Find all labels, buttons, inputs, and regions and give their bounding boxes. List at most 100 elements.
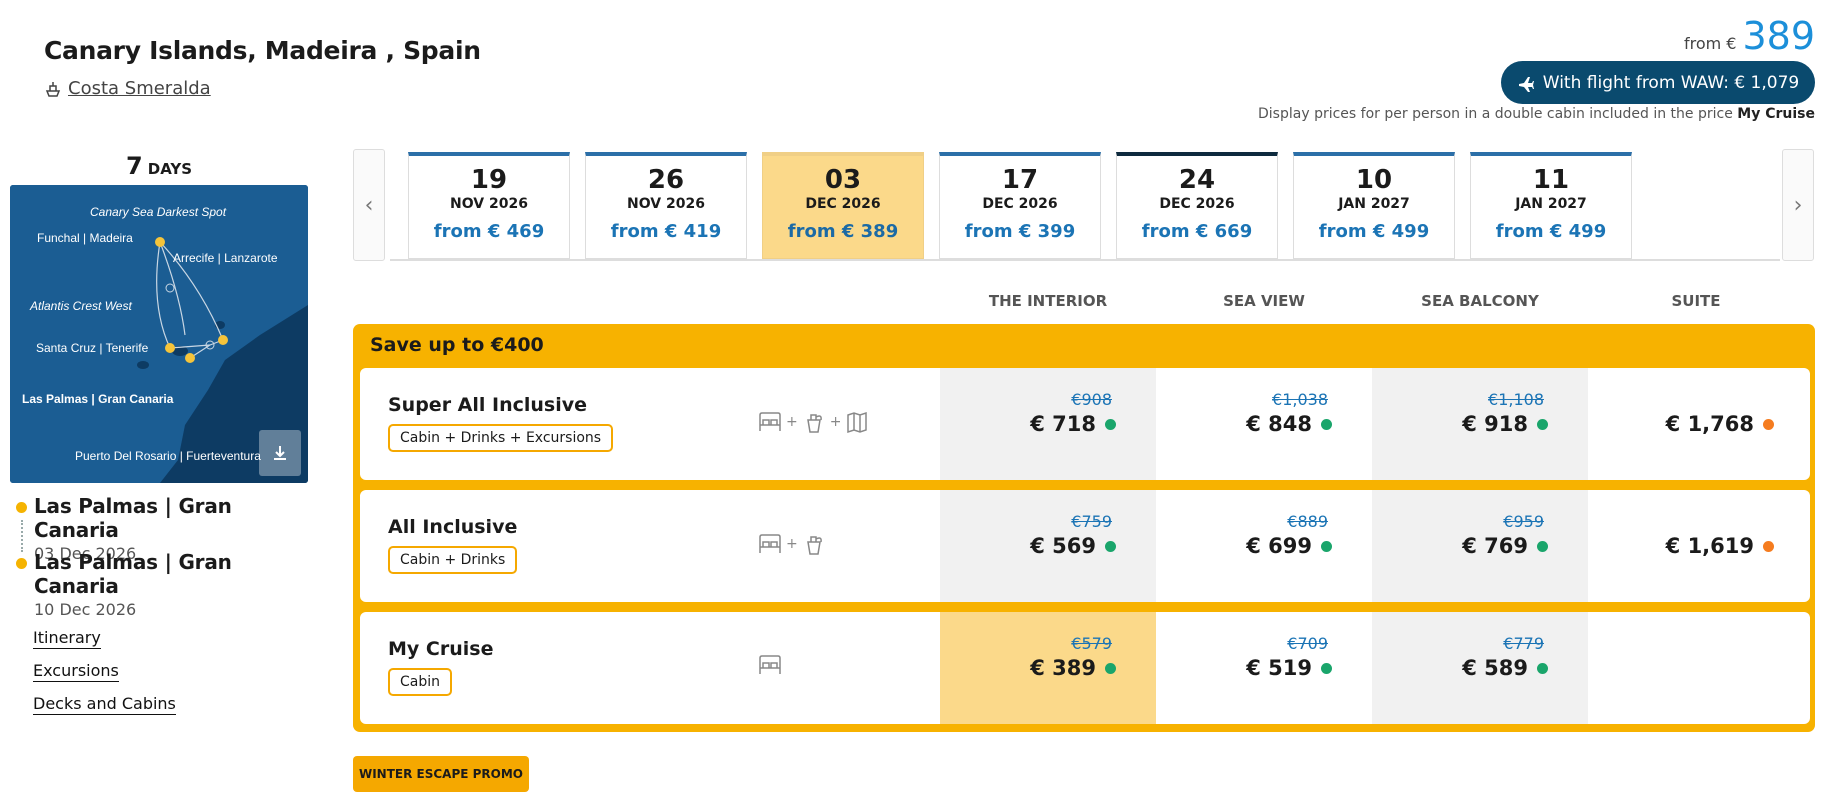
link-itinerary[interactable]: Itinerary <box>33 628 101 649</box>
price-cell[interactable]: €709 € 519 <box>1156 612 1372 724</box>
offer-title: Save up to €400 <box>370 334 544 356</box>
pin-icon <box>16 502 27 513</box>
ship-name: Costa Smeralda <box>68 78 211 99</box>
stop-port: Las Palmas | Gran Canaria <box>34 494 232 542</box>
price-cell[interactable]: €908 € 718 <box>940 368 1156 480</box>
new-price: € 848 <box>1246 412 1332 436</box>
package-name: Super All Inclusive <box>388 394 588 416</box>
dates-next-button[interactable]: › <box>1782 149 1814 261</box>
cruise-title: Canary Islands, Madeira , Spain <box>44 36 481 65</box>
old-price: €709 <box>1287 634 1328 653</box>
new-price-value: € 519 <box>1246 656 1312 680</box>
map-icon <box>847 411 868 434</box>
tab-day: 17 <box>1001 165 1039 195</box>
price-cell[interactable]: €959 € 769 <box>1372 490 1588 602</box>
tabs-baseline <box>390 259 1780 261</box>
date-tab[interactable]: 17 DEC 2026 from € 399 <box>939 152 1101 259</box>
new-price: € 918 <box>1462 412 1548 436</box>
route-stop-embark: Las Palmas | Gran Canaria 03 Dec 2026 <box>14 494 314 563</box>
date-tab-selected[interactable]: 03 DEC 2026 from € 389 <box>762 152 924 259</box>
availability-dot <box>1537 418 1548 430</box>
plus-glyph: + <box>786 536 798 552</box>
tab-month: JAN 2027 <box>1515 196 1587 212</box>
date-tab[interactable]: 26 NOV 2026 from € 419 <box>585 152 747 259</box>
tab-price: from € 419 <box>610 221 722 242</box>
ship-link[interactable]: Costa Smeralda <box>44 78 211 99</box>
map-label-las-palmas: Las Palmas | Gran Canaria <box>22 392 174 406</box>
package-badge: Cabin + Drinks + Excursions <box>388 424 614 452</box>
dates-prev-button[interactable]: ‹ <box>353 149 385 261</box>
route-connector <box>21 520 23 552</box>
map-label-funchal: Funchal | Madeira <box>37 231 133 245</box>
package-name: My Cruise <box>388 638 494 660</box>
col-suite: SUITE <box>1671 292 1721 310</box>
tab-day: 26 <box>647 165 685 195</box>
bed-icon <box>759 412 781 431</box>
new-price-value: € 389 <box>1030 656 1096 680</box>
new-price-value: € 1,768 <box>1665 412 1754 436</box>
map-download-button[interactable] <box>259 430 301 476</box>
tab-price: from € 669 <box>1141 221 1253 242</box>
tab-month: DEC 2026 <box>1159 196 1235 212</box>
download-icon <box>274 446 286 460</box>
old-price: €1,108 <box>1488 390 1544 409</box>
package-badge: Cabin + Drinks <box>388 546 518 574</box>
tab-day: 11 <box>1532 165 1570 195</box>
date-tab[interactable]: 11 JAN 2027 from € 499 <box>1470 152 1632 259</box>
route-summary: Las Palmas | Gran Canaria 03 Dec 2026 La… <box>14 494 314 619</box>
link-decks-cabins[interactable]: Decks and Cabins <box>33 694 176 715</box>
package-badge: Cabin <box>388 668 453 696</box>
link-excursions[interactable]: Excursions <box>33 661 119 682</box>
price-cell[interactable]: € 1,768 <box>1588 368 1804 480</box>
new-price-value: € 769 <box>1462 534 1528 558</box>
flight-button-label: With flight from WAW: € 1,079 <box>1542 72 1800 93</box>
date-tab[interactable]: 24 DEC 2026 from € 669 <box>1116 152 1278 259</box>
price-cell-selected[interactable]: €579 € 389 <box>940 612 1156 724</box>
price-from-value: 389 <box>1742 14 1815 58</box>
stop-date: 10 Dec 2026 <box>34 600 137 619</box>
new-price: € 769 <box>1462 534 1548 558</box>
date-tab[interactable]: 10 JAN 2027 from € 499 <box>1293 152 1455 259</box>
availability-dot <box>1537 662 1548 674</box>
flight-button[interactable]: With flight from WAW: € 1,079 <box>1501 61 1815 104</box>
tab-price: from € 469 <box>433 221 545 242</box>
disclaimer-text: Display prices for per person in a doubl… <box>1258 106 1733 122</box>
new-price-value: € 848 <box>1246 412 1312 436</box>
availability-dot <box>1105 540 1116 552</box>
new-price: € 699 <box>1246 534 1332 558</box>
tab-month: NOV 2026 <box>450 196 528 212</box>
price-cell[interactable]: €1,038 € 848 <box>1156 368 1372 480</box>
side-links: Itinerary Excursions Decks and Cabins <box>33 628 176 727</box>
price-cell-empty <box>1588 612 1804 724</box>
availability-dot <box>1321 540 1332 552</box>
tab-month: DEC 2026 <box>805 196 881 212</box>
price-cell[interactable]: €1,108 € 918 <box>1372 368 1588 480</box>
tab-day: 03 <box>824 165 862 195</box>
route-stop-disembark: Las Palmas | Gran Canaria 10 Dec 2026 <box>14 550 314 619</box>
package-icons: + <box>758 532 826 556</box>
chevron-right-icon: › <box>1793 192 1803 218</box>
tab-day: 10 <box>1355 165 1393 195</box>
plane-icon <box>1518 76 1534 92</box>
package-row-all-inclusive: All Inclusive Cabin + Drinks + €759 € 56… <box>360 490 1810 602</box>
price-cell[interactable]: € 1,619 <box>1588 490 1804 602</box>
tab-month: NOV 2026 <box>627 196 705 212</box>
old-price: €908 <box>1071 390 1112 409</box>
stop-port: Las Palmas | Gran Canaria <box>34 550 232 598</box>
promo-badge[interactable]: WINTER ESCAPE PROMO <box>353 756 529 792</box>
new-price: € 1,768 <box>1666 412 1774 436</box>
map-label-santa-cruz: Santa Cruz | Tenerife <box>36 341 149 355</box>
new-price: € 519 <box>1246 656 1332 680</box>
price-from-label: from € <box>1683 34 1737 53</box>
map-label-puerto: Puerto Del Rosario | Fuerteventura <box>75 449 261 463</box>
new-price-value: € 589 <box>1462 656 1528 680</box>
chevron-left-icon: ‹ <box>364 192 374 218</box>
new-price-value: € 699 <box>1246 534 1312 558</box>
price-cell[interactable]: €889 € 699 <box>1156 490 1372 602</box>
date-tab[interactable]: 19 NOV 2026 from € 469 <box>408 152 570 259</box>
price-cell[interactable]: €779 € 589 <box>1372 612 1588 724</box>
price-cell[interactable]: €759 € 569 <box>940 490 1156 602</box>
package-icons <box>758 654 782 676</box>
duration: 7 DAYS <box>10 152 308 180</box>
old-price: €579 <box>1071 634 1112 653</box>
